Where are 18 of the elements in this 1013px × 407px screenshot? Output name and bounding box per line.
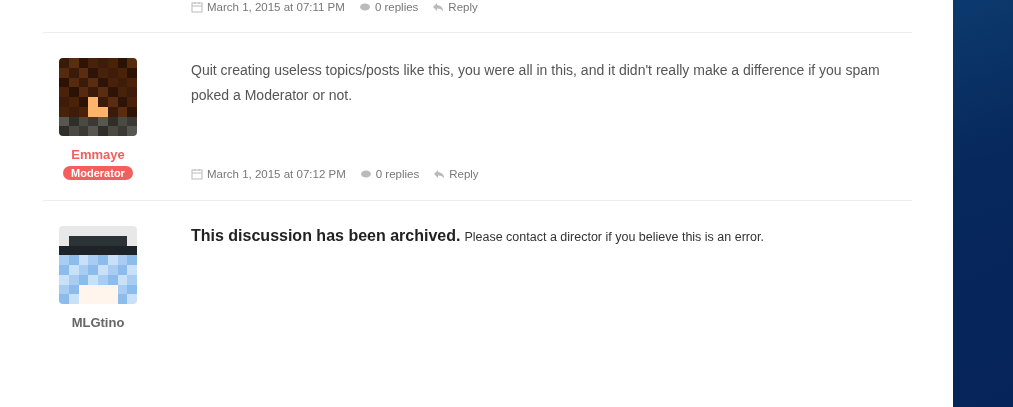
reply-link[interactable]: Reply xyxy=(433,168,479,180)
calendar-icon xyxy=(191,168,203,180)
author-name[interactable]: MLGtino xyxy=(71,315,125,330)
meta-date: March 1, 2015 at 07:12 PM xyxy=(191,168,346,180)
reply-icon xyxy=(432,1,445,13)
author-name[interactable]: Emmaye xyxy=(71,147,125,162)
replies-count: 0 replies xyxy=(358,1,419,13)
comments-icon xyxy=(358,1,371,13)
comments-icon xyxy=(359,168,372,180)
role-badge: Moderator xyxy=(63,166,133,180)
replies-count: 0 replies xyxy=(359,168,420,180)
archived-message: Please contact a director if you believe this is an error. xyxy=(464,230,764,244)
reply-icon xyxy=(433,168,446,180)
reply-link[interactable]: Reply xyxy=(432,1,478,13)
meta-date: March 1, 2015 at 07:11 PM xyxy=(191,1,345,13)
calendar-icon xyxy=(191,1,203,13)
archived-title: This discussion has been archived. xyxy=(191,227,461,245)
post-text: Quit creating useless topics/posts like this, you were all in this, and it didn't really make a difference if you spam poked a Moderator or not. xyxy=(191,61,881,105)
